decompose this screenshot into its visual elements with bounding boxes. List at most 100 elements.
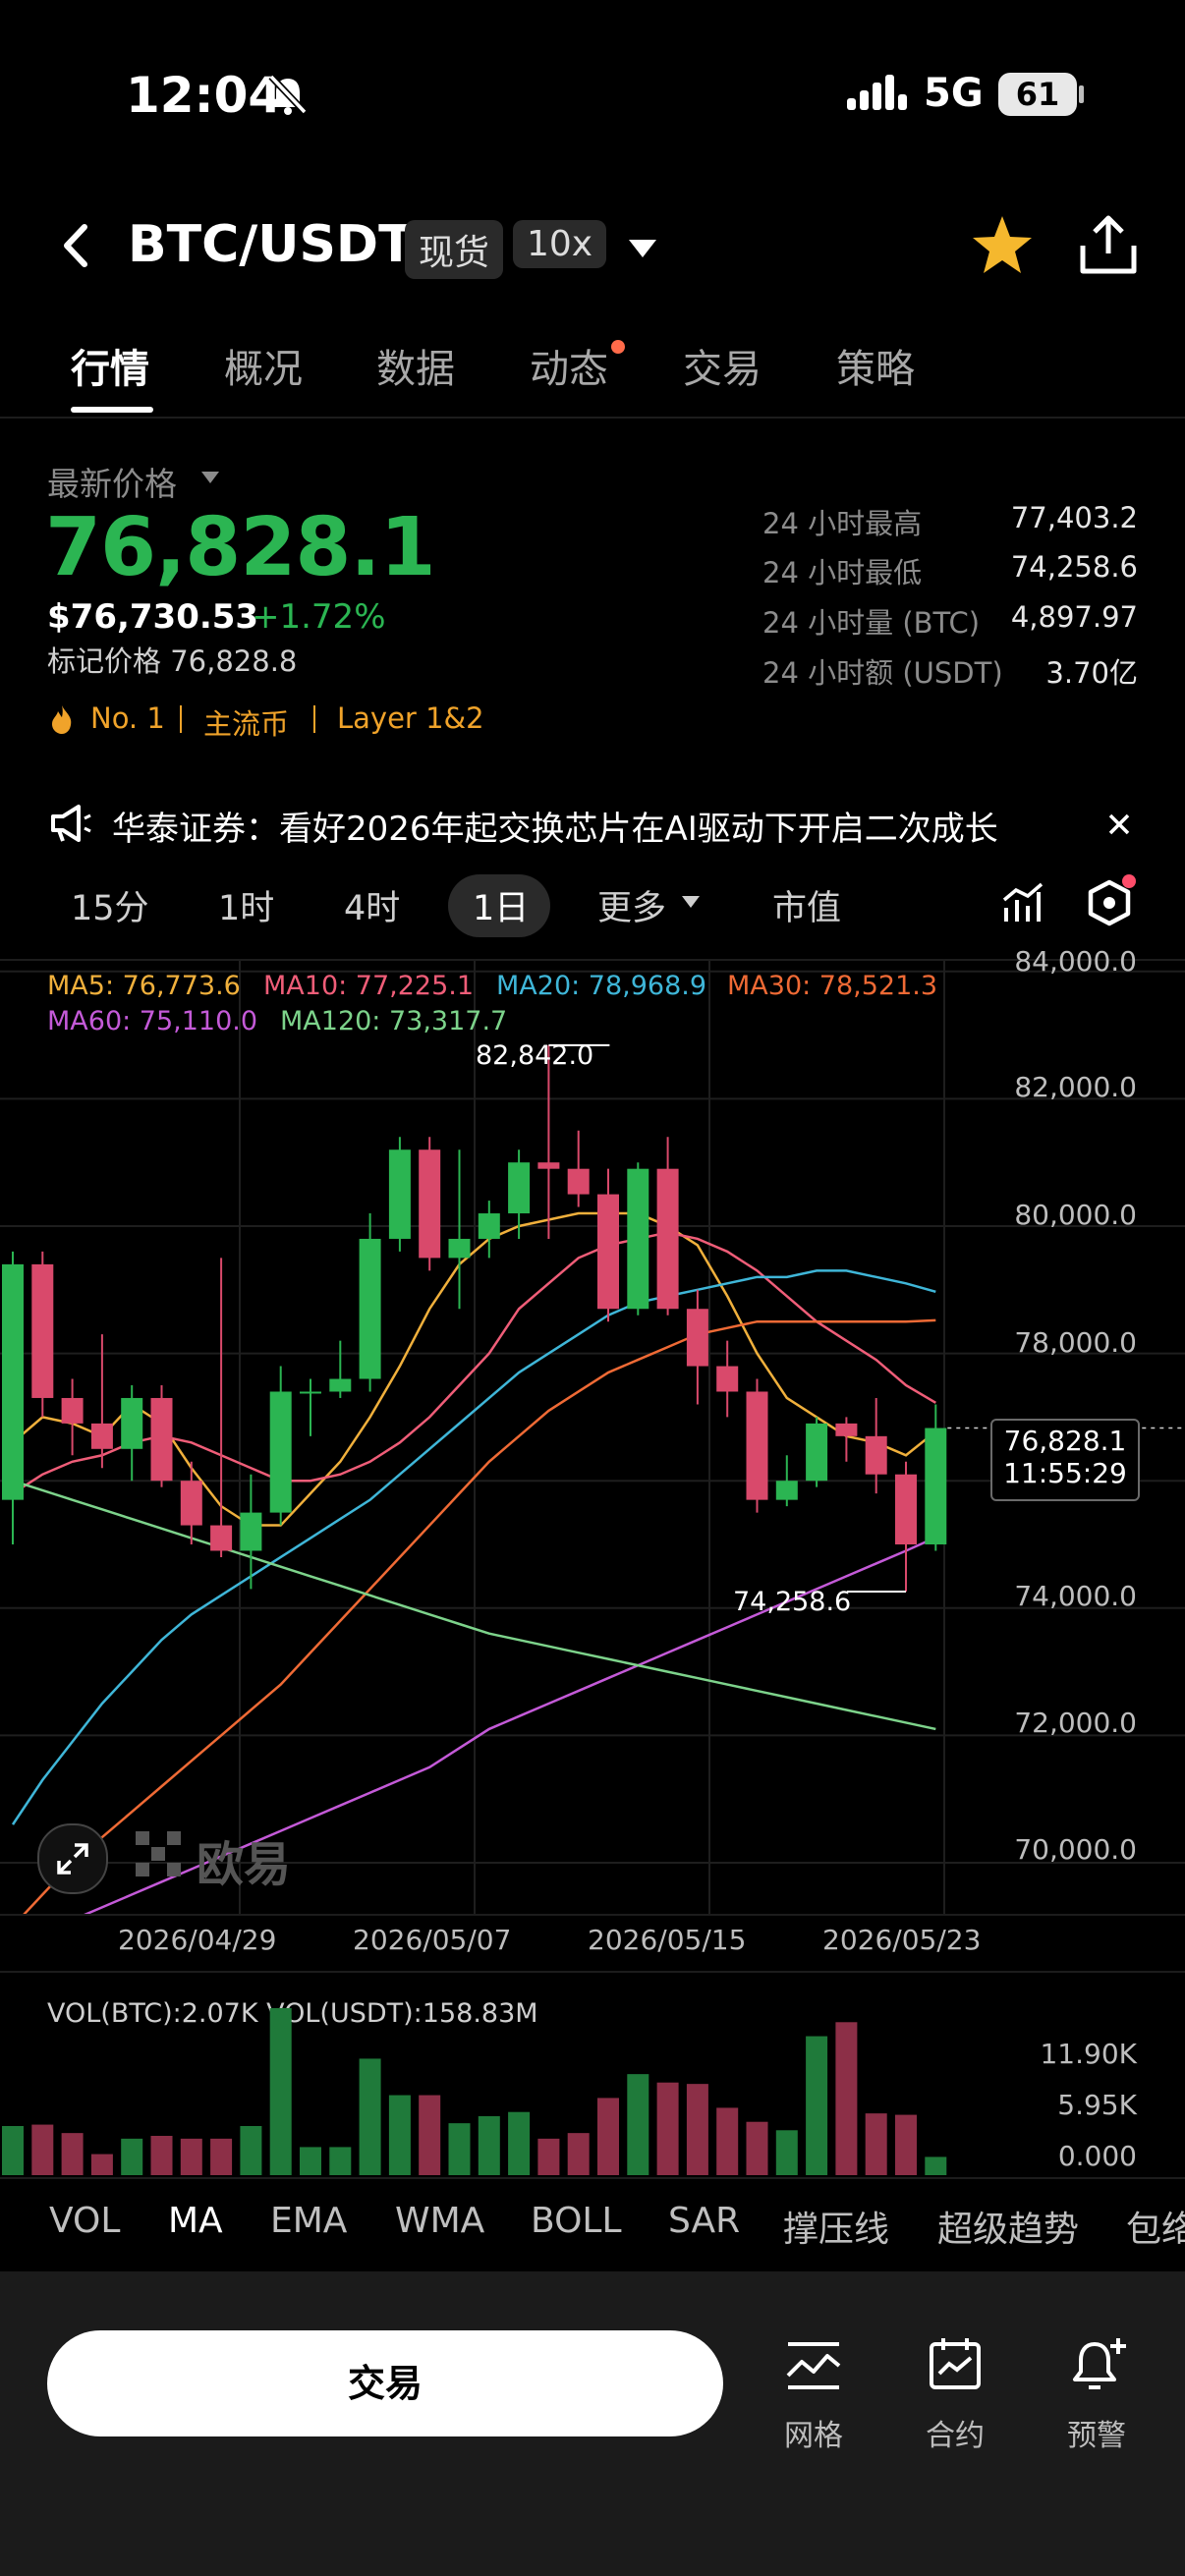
volume-bar	[359, 2058, 381, 2175]
volume-chart	[2, 2008, 947, 2175]
x-tick: 2026/05/15	[588, 1924, 747, 1956]
volume-bar	[2, 2126, 24, 2175]
volume-bar	[180, 2138, 202, 2175]
period-1h[interactable]: 1时	[218, 880, 274, 930]
candle-countdown: 11:55:29	[1003, 1457, 1127, 1489]
last-price: 76,828.1	[45, 501, 436, 594]
candle-body	[597, 1194, 619, 1310]
x-tick: 2026/04/29	[118, 1924, 277, 1956]
alert-label[interactable]: 预警	[1038, 2411, 1156, 2454]
divider	[0, 2177, 1185, 2179]
candle-body	[627, 1168, 649, 1310]
mark-price: 标记价格 76,828.8	[47, 644, 298, 678]
candle-body	[359, 1238, 381, 1379]
candle-body	[835, 1423, 858, 1436]
caret-down-icon[interactable]	[199, 470, 221, 485]
indicator-settings-icon[interactable]	[1000, 880, 1045, 925]
y-tick: 80,000.0	[1014, 1199, 1137, 1231]
indicator-boll[interactable]: BOLL	[531, 2201, 622, 2241]
stat-value: 74,258.6	[1010, 550, 1138, 584]
candle-body	[240, 1512, 262, 1551]
news-text[interactable]: 华泰证券：看好2026年起交换芯片在AI驱动下开启二次成长	[112, 802, 998, 850]
candle-body	[31, 1263, 54, 1398]
y-tick: 78,000.0	[1014, 1326, 1137, 1359]
tab-strategy[interactable]: 策略	[836, 337, 915, 394]
candle-body	[329, 1378, 352, 1392]
period-marketcap[interactable]: 市值	[772, 880, 841, 930]
indicator-envelope[interactable]: 包络	[1126, 2201, 1185, 2252]
spot-tag: 现货	[405, 220, 504, 279]
candle-body	[925, 1428, 947, 1544]
close-icon[interactable]	[1106, 812, 1132, 837]
tag-rank[interactable]: No. 1	[90, 701, 165, 735]
grid-bot-icon[interactable]	[784, 2338, 843, 2393]
candle-body	[537, 1162, 560, 1169]
candle-body	[388, 1149, 411, 1239]
indicator-support[interactable]: 撑压线	[783, 2201, 889, 2252]
y-tick: 70,000.0	[1014, 1833, 1137, 1866]
tab-feed[interactable]: 动态	[530, 337, 608, 394]
fullscreen-button[interactable]	[37, 1823, 108, 1894]
volume-bar	[508, 2111, 531, 2175]
trade-button[interactable]: 交易	[47, 2330, 723, 2436]
chevron-down-icon[interactable]	[680, 894, 702, 910]
period-1d[interactable]: 1日	[473, 880, 529, 930]
indicator-ma[interactable]: MA	[168, 2201, 223, 2241]
tag-layer[interactable]: Layer 1&2	[337, 701, 484, 735]
tab-overview[interactable]: 概况	[224, 337, 303, 394]
indicator-vol[interactable]: VOL	[49, 2201, 120, 2241]
tag-mainstream[interactable]: 主流币	[203, 701, 289, 743]
period-15m[interactable]: 15分	[71, 880, 149, 930]
ma120-label: MA120: 73,317.7	[280, 1006, 508, 1036]
tab-market[interactable]: 行情	[71, 337, 149, 394]
ma5-label: MA5: 76,773.6	[47, 971, 241, 1001]
tab-data[interactable]: 数据	[376, 337, 455, 394]
tab-trade[interactable]: 交易	[683, 337, 762, 394]
contract-icon[interactable]	[926, 2334, 985, 2393]
network-label: 5G	[924, 71, 984, 116]
volume-bar	[895, 2114, 917, 2175]
candle-body	[656, 1168, 679, 1310]
signal-icon	[847, 75, 907, 110]
price-label[interactable]: 最新价格	[47, 458, 177, 505]
notification-dot	[1122, 874, 1136, 888]
low-marker-label: 74,258.6	[733, 1587, 852, 1617]
share-icon[interactable]	[1077, 212, 1140, 277]
candle-body	[210, 1525, 233, 1551]
back-icon[interactable]	[57, 221, 92, 270]
star-icon[interactable]	[971, 214, 1034, 275]
ma20-label: MA20: 78,968.9	[496, 971, 707, 1001]
stat-value: 3.70亿	[1045, 656, 1138, 690]
volume-bar	[835, 2022, 858, 2175]
volume-bar	[240, 2126, 262, 2175]
battery-level: 61	[1015, 76, 1060, 113]
indicator-supertrend[interactable]: 超级趋势	[937, 2201, 1079, 2252]
leverage-tag[interactable]: 10x	[513, 220, 607, 268]
candle-body	[269, 1391, 292, 1513]
stat-value: 77,403.2	[1010, 501, 1138, 534]
alert-bell-icon[interactable]	[1067, 2334, 1130, 2393]
current-price-tag[interactable]: 76,828.1 11:55:29	[990, 1419, 1140, 1501]
expand-icon	[57, 1843, 88, 1875]
volume-bar	[567, 2133, 590, 2175]
period-4h[interactable]: 4时	[344, 880, 400, 930]
indicator-wma[interactable]: WMA	[395, 2201, 484, 2241]
pair-title[interactable]: BTC/USDT	[128, 215, 414, 274]
volume-bar	[61, 2133, 84, 2175]
battery-tip	[1079, 85, 1084, 103]
megaphone-icon	[51, 805, 91, 842]
change-percent: +1.72%	[252, 597, 386, 637]
indicator-sar[interactable]: SAR	[668, 2201, 740, 2241]
contract-label[interactable]: 合约	[896, 2411, 1014, 2454]
volume-bar	[686, 2084, 708, 2175]
candle-body	[865, 1435, 887, 1475]
indicator-ema[interactable]: EMA	[270, 2201, 347, 2241]
flame-icon	[52, 705, 72, 734]
volume-bar	[925, 2156, 947, 2175]
chevron-down-icon[interactable]	[625, 236, 660, 259]
candle-body	[90, 1423, 113, 1449]
candle-body	[895, 1474, 917, 1544]
grid-label[interactable]: 网格	[755, 2411, 873, 2454]
ma60-label: MA60: 75,110.0	[47, 1006, 258, 1036]
period-more[interactable]: 更多	[597, 880, 666, 930]
